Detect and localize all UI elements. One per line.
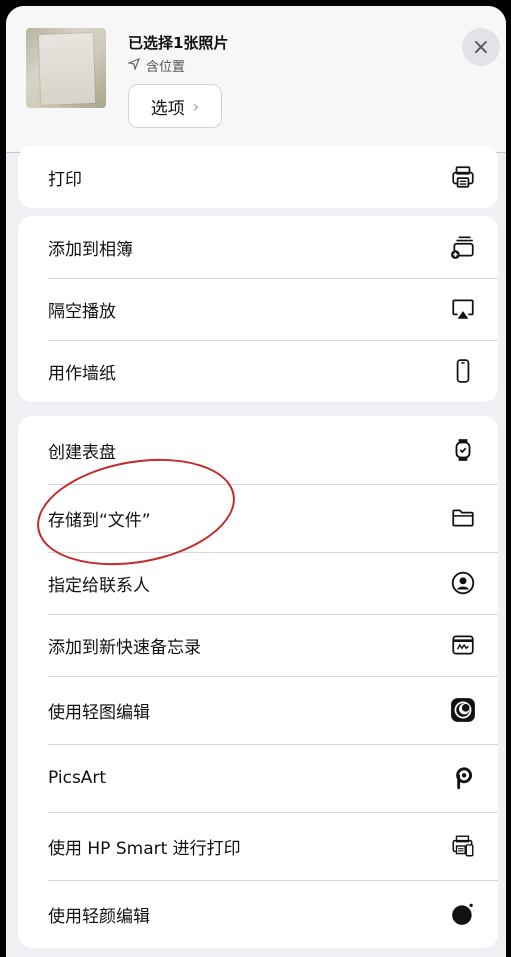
- action-print-with-hp-smart[interactable]: 使用 HP Smart 进行打印: [18, 812, 498, 880]
- close-button[interactable]: ×: [462, 28, 500, 66]
- action-group-media: 添加到相簿 隔空播放 用作墙纸: [18, 216, 498, 402]
- watch-icon: [448, 435, 478, 465]
- phone-icon: [448, 356, 478, 386]
- action-use-as-wallpaper[interactable]: 用作墙纸: [18, 340, 498, 402]
- share-header: 已选择1张照片 含位置 选项 › ×: [6, 6, 506, 153]
- action-label: PicsArt: [48, 768, 107, 788]
- action-label: 打印: [48, 169, 82, 190]
- action-label: 用作墙纸: [48, 363, 116, 384]
- quick-note-icon: [448, 630, 478, 660]
- action-edit-with-qingyan[interactable]: 使用轻颜编辑: [18, 880, 498, 948]
- qingyan-app-icon: [448, 899, 478, 929]
- action-label: 添加到新快速备忘录: [48, 637, 201, 658]
- action-edit-with-lightpic[interactable]: 使用轻图编辑: [18, 676, 498, 744]
- hp-smart-print-icon: [448, 831, 478, 861]
- options-button[interactable]: 选项 ›: [128, 84, 222, 128]
- action-label: 创建表盘: [48, 442, 116, 463]
- action-print[interactable]: 打印: [18, 146, 498, 208]
- photo-thumbnail: [26, 28, 106, 108]
- printer-icon: [448, 162, 478, 192]
- lightpic-app-icon: [448, 695, 478, 725]
- action-group-print: 打印: [18, 146, 498, 208]
- share-sheet: 已选择1张照片 含位置 选项 › × 打印 添加到相簿 隔空播放 用作墙纸 创建…: [6, 6, 506, 957]
- contact-icon: [448, 568, 478, 598]
- airplay-icon: [448, 294, 478, 324]
- add-to-album-icon: [448, 232, 478, 262]
- action-airplay[interactable]: 隔空播放: [18, 278, 498, 340]
- location-arrow-icon: [126, 57, 141, 74]
- action-label: 指定给联系人: [48, 575, 150, 596]
- location-text: 含位置: [146, 60, 186, 75]
- action-label: 隔空播放: [48, 301, 116, 322]
- action-picsart[interactable]: PicsArt: [18, 744, 498, 812]
- folder-icon: [448, 503, 478, 533]
- action-label: 使用轻颜编辑: [48, 906, 150, 927]
- action-label: 添加到相簿: [48, 239, 133, 260]
- chevron-right-icon: ›: [192, 96, 200, 116]
- options-label: 选项: [150, 98, 185, 119]
- action-add-to-quick-note[interactable]: 添加到新快速备忘录: [18, 614, 498, 676]
- picsart-icon: [448, 763, 478, 793]
- action-add-to-album[interactable]: 添加到相簿: [18, 216, 498, 278]
- selection-title: 已选择1张照片: [128, 34, 229, 52]
- action-label: 使用轻图编辑: [48, 702, 150, 723]
- action-label: 使用 HP Smart 进行打印: [48, 838, 241, 859]
- location-subtitle: 含位置: [126, 56, 186, 75]
